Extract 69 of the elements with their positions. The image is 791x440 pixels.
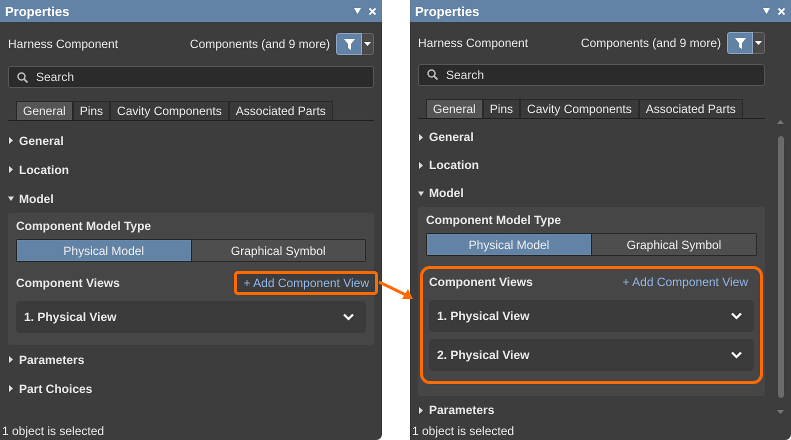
filter-icon: [734, 38, 746, 49]
model-type-button[interactable]: Graphical Symbol: [190, 240, 365, 261]
caret-right-icon[interactable]: [418, 162, 424, 169]
section-header[interactable]: Parameters: [418, 396, 765, 424]
filter-button[interactable]: [727, 32, 753, 54]
caret-right-icon[interactable]: [418, 134, 424, 141]
panel-title: Properties: [415, 4, 480, 18]
tab[interactable]: Pins: [72, 101, 110, 120]
filter-label: Components (and 9 more): [190, 37, 330, 51]
filter-label: Components (and 9 more): [580, 36, 721, 50]
model-type-button[interactable]: Graphical Symbol: [591, 234, 756, 256]
caret-right-icon[interactable]: [8, 385, 14, 392]
close-icon[interactable]: [778, 8, 785, 14]
scroll-down-icon[interactable]: [777, 410, 784, 414]
search-icon: [427, 69, 438, 80]
tab[interactable]: Associated Parts: [228, 101, 333, 120]
object-type-label: Harness Component: [8, 37, 120, 51]
close-icon[interactable]: [369, 8, 376, 14]
section-header[interactable]: Model: [8, 184, 374, 213]
caret-down-icon: [364, 42, 371, 46]
callout-arrow: [378, 280, 414, 300]
scrollbar[interactable]: [776, 120, 785, 414]
search-input[interactable]: Search: [444, 66, 756, 83]
tab[interactable]: Pins: [482, 98, 520, 118]
filter-dropdown[interactable]: [753, 32, 765, 54]
view-row[interactable]: 1. Physical View: [16, 301, 366, 333]
scroll-up-icon[interactable]: [777, 120, 784, 124]
tab[interactable]: General: [426, 98, 483, 118]
status-text: 1 object is selected: [411, 424, 516, 440]
tab[interactable]: Cavity Components: [520, 98, 639, 118]
add-view-link[interactable]: + Add Component View: [616, 273, 754, 292]
section-header[interactable]: Part Choices: [8, 374, 374, 403]
search-field[interactable]: Search: [8, 66, 374, 88]
tab[interactable]: Cavity Components: [110, 101, 229, 120]
view-row[interactable]: 2. Physical View: [429, 339, 754, 372]
views-label: Component Views: [16, 276, 120, 290]
caret-right-icon[interactable]: [8, 137, 14, 144]
caret-down-icon[interactable]: [418, 190, 424, 197]
panel-title: Properties: [5, 4, 70, 18]
tab[interactable]: Associated Parts: [638, 98, 743, 118]
section-header[interactable]: General: [8, 126, 374, 155]
caret-down-icon: [755, 41, 762, 46]
view-row[interactable]: 1. Physical View: [429, 300, 754, 332]
caret-down-icon[interactable]: [8, 195, 14, 202]
caret-right-icon[interactable]: [8, 356, 14, 363]
section-header[interactable]: Parameters: [8, 345, 374, 374]
search-field[interactable]: Search: [418, 64, 765, 86]
add-view-link[interactable]: + Add Component View: [234, 271, 378, 295]
filter-dropdown[interactable]: [362, 33, 374, 55]
object-type-label: Harness Component: [418, 36, 530, 50]
section-header[interactable]: Model: [418, 179, 765, 208]
section-header[interactable]: Location: [418, 151, 765, 180]
caret-right-icon[interactable]: [418, 406, 424, 414]
caret-right-icon[interactable]: [8, 166, 14, 173]
section-header[interactable]: Location: [8, 155, 374, 184]
views-label: Component Views: [429, 275, 533, 290]
chevron-down-icon[interactable]: [343, 313, 354, 321]
search-icon: [17, 72, 28, 82]
status-text: 1 object is selected: [1, 424, 106, 440]
model-type-label: Component Model Type: [426, 213, 562, 228]
dropdown-icon[interactable]: [354, 8, 361, 14]
model-type-label: Component Model Type: [16, 219, 152, 233]
section-header[interactable]: General: [418, 123, 765, 152]
filter-icon: [344, 38, 354, 50]
tab[interactable]: General: [16, 101, 73, 120]
chevron-down-icon[interactable]: [731, 312, 742, 320]
chevron-down-icon[interactable]: [731, 351, 742, 360]
search-input[interactable]: Search: [34, 69, 365, 85]
dropdown-icon[interactable]: [763, 8, 770, 14]
